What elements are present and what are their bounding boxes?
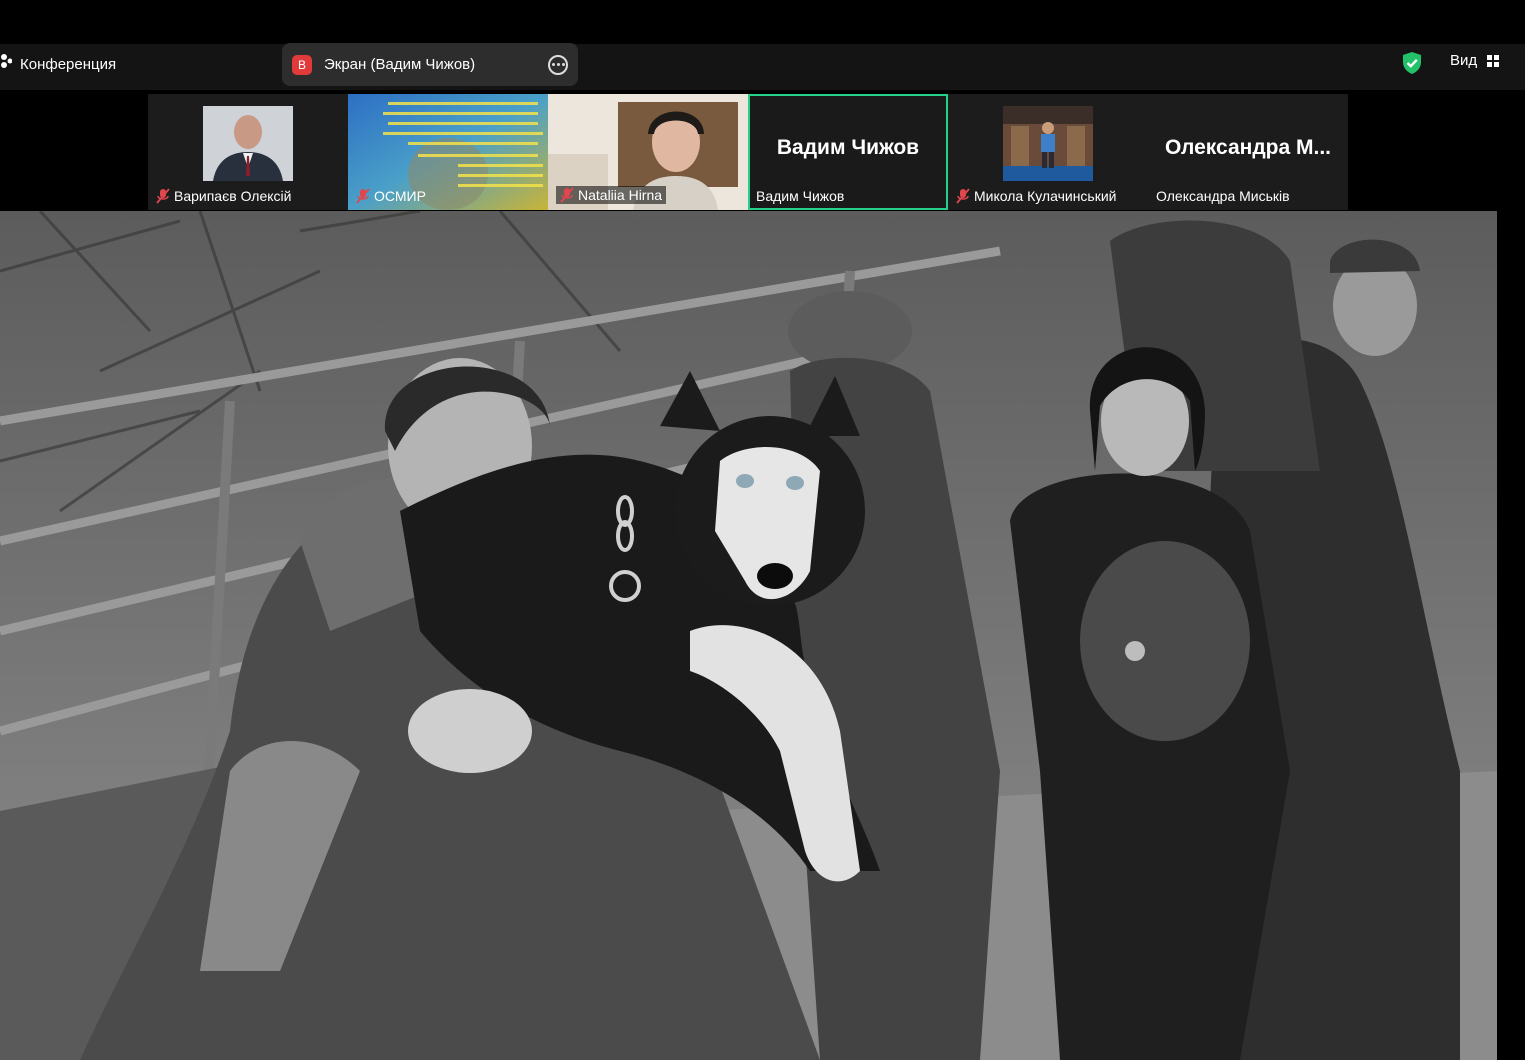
- encryption-shield-icon[interactable]: [1401, 51, 1423, 80]
- shared-photo-image: [0, 211, 1497, 1060]
- participant-tile-active[interactable]: Вадим Чижов Вадим Чижов: [748, 94, 948, 210]
- participant-photo: [1003, 106, 1093, 181]
- sharer-avatar: В: [292, 54, 312, 75]
- participant-display-name: Олександра М...: [1164, 136, 1331, 159]
- participant-name: Вадим Чижов: [756, 188, 845, 204]
- participant-name: Олександра Миськів: [1156, 188, 1290, 204]
- participant-strip: Варипаєв Олексій ОСМИР Nataliia Hirna Ва…: [148, 94, 1348, 210]
- view-label: Вид: [1450, 52, 1478, 69]
- participants-icon: [0, 52, 13, 77]
- participant-tile[interactable]: Микола Кулачинський: [948, 94, 1148, 210]
- participant-name: Варипаєв Олексій: [156, 188, 291, 204]
- more-options-icon[interactable]: [548, 54, 568, 75]
- muted-mic-icon: [156, 188, 170, 204]
- participant-name: Nataliia Hirna: [556, 186, 667, 204]
- muted-mic-icon: [560, 187, 574, 203]
- screen-share-indicator[interactable]: В Экран (Вадим Чижов): [282, 43, 578, 86]
- top-bar: [0, 0, 1525, 92]
- muted-mic-icon: [956, 188, 970, 204]
- participant-tile[interactable]: Олександра М... Олександра Миськів: [1148, 94, 1348, 210]
- participant-tile[interactable]: Варипаєв Олексій: [148, 94, 348, 210]
- gallery-grid-icon: [1487, 54, 1500, 67]
- participant-name: Микола Кулачинський: [956, 188, 1117, 204]
- screen-share-label: Экран (Вадим Чижов): [324, 56, 476, 73]
- shared-screen-content: [0, 211, 1497, 1060]
- muted-mic-icon: [356, 188, 370, 204]
- participant-photo: [203, 106, 293, 181]
- meeting-label: Конференция: [20, 55, 117, 73]
- meeting-info[interactable]: Конференция: [0, 52, 116, 76]
- participant-name: ОСМИР: [356, 188, 426, 204]
- participant-display-name: Вадим Чижов: [776, 136, 920, 159]
- participant-tile[interactable]: ОСМИР: [348, 94, 548, 210]
- view-button[interactable]: Вид: [1450, 52, 1500, 69]
- participant-tile[interactable]: Nataliia Hirna: [548, 94, 748, 210]
- top-bar-strip: [0, 44, 1525, 90]
